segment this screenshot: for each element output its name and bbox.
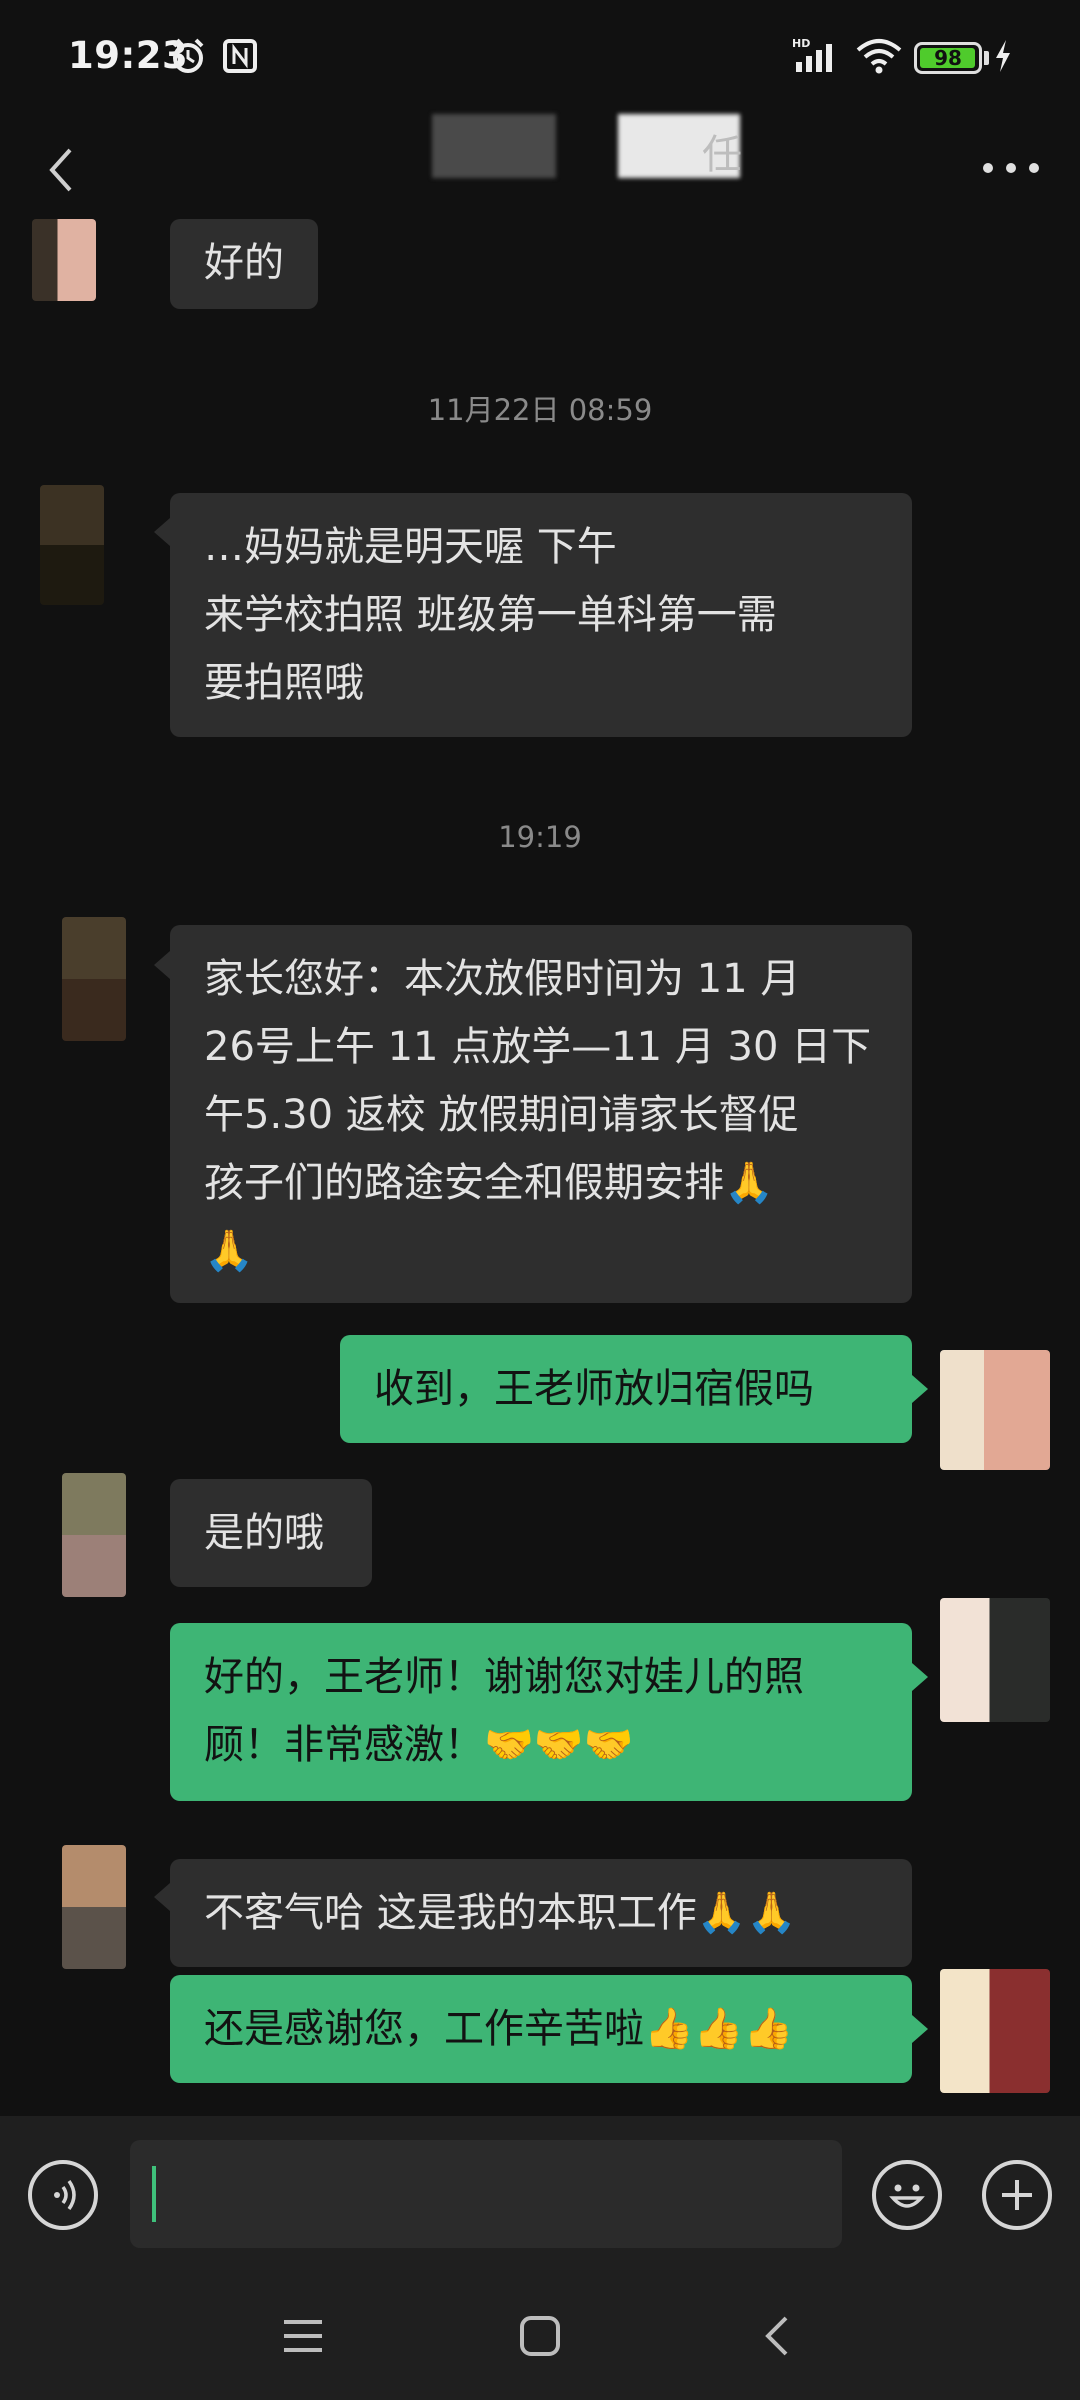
message-bubble[interactable]: 家长您好：本次放假时间为 11 月 26号上午 11 点放学—11 月 30 日… [170,925,912,1303]
system-nav-bar [0,2274,1080,2400]
back-icon[interactable] [758,2314,798,2358]
plus-icon[interactable] [982,2160,1052,2230]
bubble-tail [912,1375,928,1403]
hd-signal-icon: HD [792,37,832,72]
bubble-tail [154,518,170,546]
message-bubble[interactable]: 好的 [170,219,318,309]
message-input[interactable] [130,2140,842,2248]
status-bar: 19:23 HD 98 [0,0,1080,118]
alarm-icon [172,38,204,73]
emoji-icon[interactable] [872,2160,942,2230]
menu-icon[interactable] [282,2316,324,2356]
avatar[interactable] [62,1473,126,1597]
message-line: 顾！非常感激！🤝🤝🤝 [204,1722,634,1768]
message-list[interactable]: 好的 11月22日 08:59 …妈妈就是明天喔 下午 来学校拍照 班级第一单科… [0,215,1080,2115]
message-text: 不客气哈 这是我的本职工作🙏🙏 [204,1890,797,1936]
message-line: 孩子们的路途安全和假期安排🙏 [204,1160,774,1206]
chat-title-text: 任 [702,132,742,178]
text-caret [152,2166,156,2222]
message-line: 午5.30 返校 放假期间请家长督促 [204,1092,799,1138]
message-line: …妈妈就是明天喔 下午 [204,524,617,570]
battery-tip [984,51,989,65]
avatar[interactable] [32,219,96,301]
blurred-name-part [432,114,556,178]
battery-text: 98 [934,46,962,70]
bubble-tail [912,2015,928,2043]
message-line: 来学校拍照 班级第一单科第一需 [204,592,777,638]
message-bubble[interactable]: 不客气哈 这是我的本职工作🙏🙏 [170,1859,912,1967]
avatar[interactable] [940,1598,1050,1722]
avatar[interactable] [940,1350,1050,1470]
message-line: 要拍照哦 [204,660,364,706]
message-bubble[interactable]: …妈妈就是明天喔 下午 来学校拍照 班级第一单科第一需 要拍照哦 [170,493,912,737]
avatar[interactable] [62,917,126,1041]
home-icon[interactable] [518,2314,562,2358]
message-line: 26号上午 11 点放学—11 月 30 日下 [204,1024,872,1070]
svg-text:HD: HD [792,37,810,50]
bubble-tail [912,1663,928,1691]
message-text: 还是感谢您，工作辛苦啦👍👍👍 [204,2006,794,2052]
message-bubble-outgoing[interactable]: 好的，王老师！谢谢您对娃儿的照 顾！非常感激！🤝🤝🤝 [170,1623,912,1801]
message-line: 好的，王老师！谢谢您对娃儿的照 [204,1654,804,1700]
avatar[interactable] [62,1845,126,1969]
timestamp: 19:19 [498,820,582,854]
message-bubble[interactable]: 是的哦 [170,1479,372,1587]
bubble-tail [154,951,170,979]
back-button[interactable] [34,130,84,210]
message-text: 收到，王老师放归宿假吗 [374,1366,814,1412]
avatar[interactable] [940,1969,1050,2093]
charging-icon [996,40,1010,72]
more-dots-icon[interactable] [976,148,1046,188]
message-line: 家长您好：本次放假时间为 11 月 [204,956,801,1002]
voice-icon[interactable] [28,2160,98,2230]
message-text: 是的哦 [204,1510,324,1556]
battery-icon: 98 [914,42,982,74]
wifi-icon [856,39,902,74]
avatar[interactable] [40,485,104,605]
message-bubble-outgoing[interactable]: 还是感谢您，工作辛苦啦👍👍👍 [170,1975,912,2083]
message-text: 好的 [204,240,284,286]
nfc-icon [223,39,257,73]
message-line: 🙏 [204,1228,254,1274]
input-bar [0,2116,1080,2274]
timestamp: 11月22日 08:59 [427,393,653,427]
message-bubble-outgoing[interactable]: 收到，王老师放归宿假吗 [340,1335,912,1443]
bubble-tail [154,1883,170,1911]
